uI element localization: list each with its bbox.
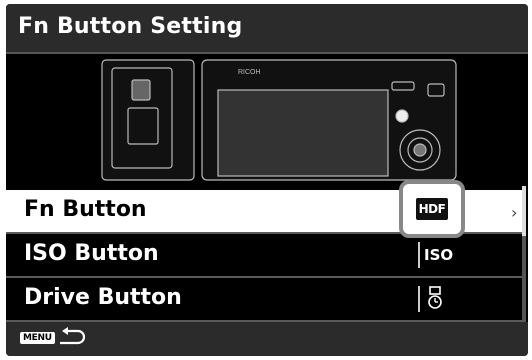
- value-divider: [418, 286, 420, 312]
- scrollbar[interactable]: [522, 186, 526, 320]
- menu-item-label: Drive Button: [24, 285, 182, 310]
- title-bar: Fn Button Setting: [6, 4, 528, 54]
- camera-back-illustration: RICOH: [101, 59, 457, 181]
- scroll-thumb[interactable]: [522, 186, 526, 236]
- footer-bar: MENU: [6, 322, 528, 356]
- menu-item-iso-button[interactable]: ISO Button ISO: [6, 234, 526, 278]
- fn-button-value-highlight[interactable]: HDF: [399, 180, 465, 238]
- page-title: Fn Button Setting: [18, 14, 243, 39]
- iso-value-text: ISO: [424, 246, 454, 264]
- menu-item-label: ISO Button: [24, 241, 159, 266]
- camera-menu-screen: Fn Button Setting RICOH Fn Button › ISO …: [6, 4, 528, 356]
- menu-key-label: MENU: [20, 332, 55, 344]
- menu-item-value: [418, 284, 468, 314]
- menu-item-label: Fn Button: [24, 197, 147, 222]
- menu-item-drive-button[interactable]: Drive Button: [6, 278, 526, 322]
- brand-text: RICOH: [238, 69, 261, 76]
- menu-item-value: ISO: [418, 240, 468, 270]
- hdf-value-badge: HDF: [416, 198, 448, 220]
- value-divider: [418, 242, 420, 268]
- back-arrow-icon[interactable]: [56, 327, 86, 349]
- chevron-right-icon: ›: [511, 203, 518, 222]
- drive-self-timer-icon: [428, 286, 442, 309]
